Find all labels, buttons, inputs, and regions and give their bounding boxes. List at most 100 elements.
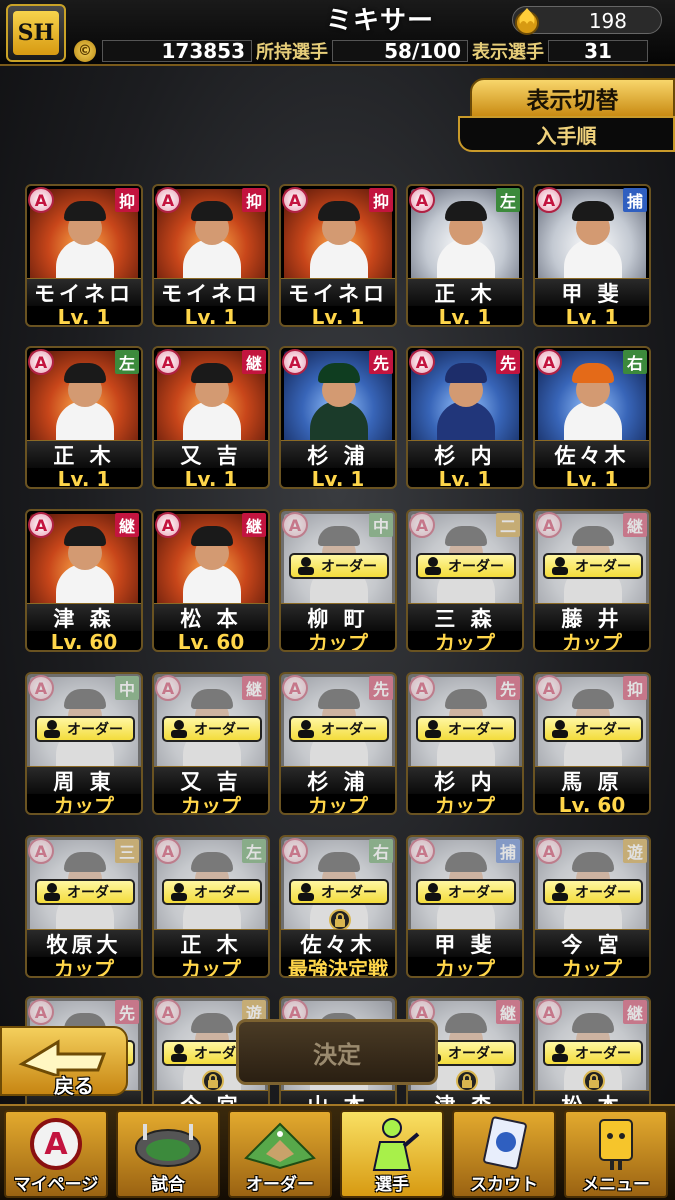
scout-card-icon bbox=[454, 1114, 554, 1174]
nav-item-label: オーダー bbox=[246, 1175, 314, 1195]
back-button[interactable]: 戻る bbox=[0, 1026, 128, 1098]
position-badge: 先 bbox=[369, 350, 393, 374]
player-card[interactable]: A三オーダー牧原大カップ bbox=[25, 835, 143, 978]
position-badge: 抑 bbox=[242, 188, 266, 212]
in-order-label: オーダー bbox=[194, 885, 250, 901]
in-order-label: オーダー bbox=[194, 722, 250, 738]
player-name: モイネロ bbox=[281, 278, 395, 306]
a-emblem-icon: A bbox=[6, 1114, 106, 1174]
player-level: カップ bbox=[308, 631, 368, 652]
stadium-icon bbox=[118, 1114, 218, 1174]
nav-item[interactable]: A マイページ bbox=[4, 1110, 108, 1198]
in-order-label: オーダー bbox=[575, 559, 631, 575]
nav-item[interactable]: 選手 bbox=[340, 1110, 444, 1198]
player-level: カップ bbox=[562, 631, 622, 652]
player-card[interactable]: A抑オーダー馬 原Lv. 60 bbox=[533, 672, 651, 815]
rank-badge: A bbox=[155, 187, 181, 213]
player-card[interactable]: A 継津 森 Lv. 60 bbox=[25, 509, 143, 652]
in-order-label: オーダー bbox=[448, 559, 504, 575]
player-card[interactable]: A先オーダー杉 浦カップ bbox=[279, 672, 397, 815]
player-card[interactable]: A 継松 本 Lv. 60 bbox=[152, 509, 270, 652]
in-order-tag: オーダー bbox=[416, 716, 516, 742]
player-card[interactable]: A継オーダー又 吉カップ bbox=[152, 672, 270, 815]
display-switch[interactable]: 表示切替 入手順 bbox=[458, 78, 675, 156]
player-name: モイネロ bbox=[154, 278, 268, 306]
in-order-tag: オーダー bbox=[35, 716, 135, 742]
position-badge: 左 bbox=[496, 188, 520, 212]
order-person-icon bbox=[298, 557, 314, 575]
player-card[interactable]: A中オーダー周 東カップ bbox=[25, 672, 143, 815]
player-card[interactable]: A 左正 木 Lv. 1 bbox=[25, 346, 143, 489]
position-badge: 左 bbox=[115, 350, 139, 374]
player-card[interactable]: A左オーダー正 木カップ bbox=[152, 835, 270, 978]
player-card[interactable]: A 捕甲 斐 Lv. 1 bbox=[533, 184, 651, 327]
player-card[interactable]: A右オーダー佐々木最強決定戦 bbox=[279, 835, 397, 978]
player-card[interactable]: A先オーダー杉 内カップ bbox=[406, 672, 524, 815]
player-card[interactable]: A 抑モイネロ Lv. 1 bbox=[279, 184, 397, 327]
confirm-button[interactable]: 決定 bbox=[236, 1019, 438, 1085]
player-card[interactable]: A 左正 木 Lv. 1 bbox=[406, 184, 524, 327]
order-person-icon bbox=[171, 883, 187, 901]
position-badge: 継 bbox=[115, 513, 139, 537]
player-cap bbox=[445, 201, 487, 221]
in-order-label: オーダー bbox=[67, 885, 123, 901]
player-card[interactable]: A 先杉 浦 Lv. 1 bbox=[279, 346, 397, 489]
player-card[interactable]: A中オーダー柳 町カップ bbox=[279, 509, 397, 652]
player-card[interactable]: A 抑モイネロ Lv. 1 bbox=[25, 184, 143, 327]
nav-item[interactable]: スカウト bbox=[452, 1110, 556, 1198]
player-card[interactable]: A二オーダー三 森カップ bbox=[406, 509, 524, 652]
player-cap bbox=[572, 201, 614, 221]
player-card[interactable]: A 右佐々木 Lv. 1 bbox=[533, 346, 651, 489]
player-card[interactable]: A 先杉 内 Lv. 1 bbox=[406, 346, 524, 489]
player-card[interactable]: A継オーダー藤 井カップ bbox=[533, 509, 651, 652]
in-order-label: オーダー bbox=[321, 722, 377, 738]
player-level: Lv. 60 bbox=[50, 629, 118, 652]
back-button-label: 戻る bbox=[54, 1074, 94, 1098]
player-level: Lv. 1 bbox=[311, 304, 365, 327]
nav-item[interactable]: メニュー bbox=[564, 1110, 668, 1198]
player-name: 佐々木 bbox=[535, 440, 649, 468]
player-cap bbox=[191, 363, 233, 383]
player-card[interactable]: A 抑モイネロ Lv. 1 bbox=[152, 184, 270, 327]
in-order-tag: オーダー bbox=[162, 879, 262, 905]
nav-item[interactable]: 試合 bbox=[116, 1110, 220, 1198]
nav-item[interactable]: オーダー bbox=[228, 1110, 332, 1198]
in-order-label: オーダー bbox=[448, 722, 504, 738]
player-level: カップ bbox=[435, 957, 495, 978]
rank-badge: A bbox=[409, 187, 435, 213]
rank-badge: A bbox=[282, 187, 308, 213]
player-name: 正 木 bbox=[27, 440, 141, 468]
nav-item-label: メニュー bbox=[582, 1175, 650, 1195]
order-person-icon bbox=[425, 720, 441, 738]
position-badge: 継 bbox=[242, 350, 266, 374]
player-icon bbox=[342, 1114, 442, 1174]
display-switch-button[interactable]: 表示切替 bbox=[470, 78, 675, 118]
player-card[interactable]: A遊オーダー今 宮カップ bbox=[533, 835, 651, 978]
player-cap bbox=[64, 201, 106, 221]
player-level: Lv. 1 bbox=[565, 304, 619, 327]
in-order-label: オーダー bbox=[67, 722, 123, 738]
rank-badge: A bbox=[536, 187, 562, 213]
player-cap bbox=[191, 201, 233, 221]
player-card[interactable]: A 継又 吉 Lv. 1 bbox=[152, 346, 270, 489]
svg-text:A: A bbox=[44, 1127, 68, 1162]
order-person-icon bbox=[171, 1044, 187, 1062]
player-level: カップ bbox=[54, 794, 114, 815]
in-order-label: オーダー bbox=[575, 885, 631, 901]
menu-mascot-icon bbox=[566, 1114, 666, 1174]
in-order-tag: オーダー bbox=[416, 553, 516, 579]
player-cap bbox=[318, 363, 360, 383]
player-level: カップ bbox=[435, 794, 495, 815]
order-person-icon bbox=[552, 720, 568, 738]
player-card[interactable]: A捕オーダー甲 斐カップ bbox=[406, 835, 524, 978]
bottom-nav: A マイページ 試合 オーダー 選手 スカウト メニュー bbox=[0, 1104, 675, 1200]
player-level: 最強決定戦 bbox=[288, 957, 388, 978]
in-order-label: オーダー bbox=[448, 1046, 504, 1062]
in-order-tag: オーダー bbox=[416, 879, 516, 905]
player-level: カップ bbox=[308, 794, 368, 815]
in-order-label: オーダー bbox=[448, 885, 504, 901]
sort-order-label[interactable]: 入手順 bbox=[458, 116, 675, 152]
order-person-icon bbox=[171, 720, 187, 738]
in-order-tag: オーダー bbox=[289, 553, 389, 579]
player-name: 馬 原 bbox=[535, 766, 649, 794]
